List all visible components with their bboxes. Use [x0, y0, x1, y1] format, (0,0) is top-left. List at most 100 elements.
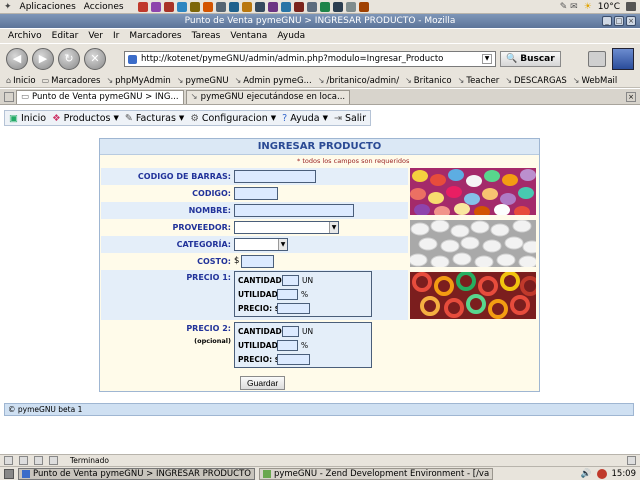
launcher-icon[interactable] [150, 1, 161, 12]
task-mozilla[interactable]: Punto de Venta pymeGNU > INGRESAR PRODUC… [18, 467, 255, 480]
bookmarks-toolbar: ⌂ Inicio ▭ Marcadores ↘ phpMyAdmin ↘ pymeGNU… [0, 74, 640, 88]
status-icon[interactable] [4, 456, 13, 465]
name-input[interactable] [234, 204, 354, 217]
menu-ventana[interactable]: Ventana [230, 31, 267, 41]
product-images [408, 168, 542, 324]
reload-icon[interactable]: ↻ [58, 48, 80, 70]
launcher-icon[interactable] [228, 1, 239, 12]
menu-marcadores[interactable]: Marcadores [129, 31, 181, 41]
close-tab-icon[interactable]: × [626, 91, 636, 102]
price1-price-input[interactable] [277, 303, 310, 314]
price2-utility-input[interactable] [277, 340, 298, 351]
tab-list-icon[interactable] [4, 91, 14, 102]
launcher-icon[interactable] [202, 1, 213, 12]
price2-price-input[interactable] [277, 354, 310, 365]
tab-ingresar-producto[interactable]: ▭ Punto de Venta pymeGNU > ING... [16, 89, 184, 104]
launcher-icon[interactable] [163, 1, 174, 12]
actions-menu[interactable]: Acciones [84, 2, 124, 12]
bookmark-britanico-admin[interactable]: ↘/britanico/admin/ [318, 76, 399, 86]
bookmark-britanico[interactable]: ↘ Britanico [405, 76, 452, 86]
launcher-icon[interactable] [176, 1, 187, 12]
task-zend[interactable]: pymeGNU - Zend Development Environment -… [258, 467, 494, 480]
app-menu-configuracion[interactable]: ⚙ Configuracion ▼ [190, 113, 276, 124]
price1-quantity-input[interactable] [282, 275, 299, 286]
back-icon[interactable]: ◀ [6, 48, 28, 70]
gnome-top-panel: ✦ Aplicaciones Acciones ✎ ✉ ☀ 10°C [0, 0, 640, 14]
url-history-dropdown-icon[interactable]: ▼ [482, 54, 492, 64]
category-select[interactable]: ▼ [234, 238, 288, 251]
show-desktop-icon[interactable] [4, 468, 14, 479]
launcher-icon[interactable] [189, 1, 200, 12]
browser-menubar: Archivo Editar Ver Ir Marcadores Tareas … [0, 29, 640, 43]
bookmark-marcadores[interactable]: ▭ Marcadores [42, 76, 101, 86]
network-icon[interactable] [626, 2, 636, 11]
status-icon[interactable] [19, 456, 28, 465]
tab-pymegnu-local[interactable]: ↘ pymeGNU ejecutándose en loca... [185, 89, 351, 104]
launcher-icon[interactable] [293, 1, 304, 12]
status-icon[interactable] [34, 456, 43, 465]
settings-icon: ⚙ [190, 112, 199, 124]
price2-unit: UN [302, 327, 314, 336]
security-lock-icon[interactable] [627, 456, 636, 465]
mints-image [408, 219, 542, 269]
bookmark-teacher[interactable]: ↘ Teacher [458, 76, 500, 86]
menu-ir[interactable]: Ir [113, 31, 119, 41]
launcher-icon[interactable] [358, 1, 369, 12]
save-button[interactable]: Guardar [240, 376, 286, 390]
app-menu-facturas[interactable]: ✎ Facturas ▼ [125, 113, 184, 124]
bookmark-webmail[interactable]: ↘ WebMail [573, 76, 618, 86]
bookmark-admin-pymegnu[interactable]: ↘ Admin pymeG... [235, 76, 312, 86]
barcode-input[interactable] [234, 170, 316, 183]
launcher-icon[interactable] [137, 1, 148, 12]
app-menu-salir[interactable]: ⇥ Salir [334, 113, 366, 124]
app-menu-ayuda[interactable]: ? Ayuda ▼ [282, 113, 328, 124]
menu-editar[interactable]: Editar [52, 31, 79, 41]
bookmark-descargas[interactable]: ↘ DESCARGAS [505, 76, 566, 86]
menu-tareas[interactable]: Tareas [192, 31, 221, 41]
code-input[interactable] [234, 187, 278, 200]
cost-input[interactable] [241, 255, 274, 268]
launcher-icon[interactable] [254, 1, 265, 12]
maximize-icon[interactable]: □ [614, 16, 624, 26]
stop-icon[interactable]: ✕ [84, 48, 106, 70]
price2-quantity-input[interactable] [282, 326, 299, 337]
launcher-icon[interactable] [332, 1, 343, 12]
gummies-image [410, 271, 540, 319]
bookmark-phpmyadmin[interactable]: ↘ phpMyAdmin [106, 76, 170, 86]
tray-icons[interactable]: ✎ ✉ [560, 2, 578, 12]
menu-archivo[interactable]: Archivo [8, 31, 42, 41]
launcher-icon[interactable] [345, 1, 356, 12]
launcher-icon[interactable] [215, 1, 226, 12]
volume-icon[interactable]: 🔊 [581, 469, 592, 479]
window-titlebar[interactable]: Punto de Venta pymeGNU > INGRESAR PRODUC… [0, 14, 640, 28]
menu-ayuda[interactable]: Ayuda [277, 31, 305, 41]
print-icon[interactable] [588, 51, 606, 67]
launcher-icon[interactable] [241, 1, 252, 12]
url-bar[interactable]: http://kotenet/pymeGNU/admin/admin.php?m… [124, 51, 496, 67]
update-icon[interactable] [596, 468, 607, 479]
close-icon[interactable]: × [626, 16, 636, 26]
bookmark-inicio[interactable]: ⌂ Inicio [6, 76, 36, 86]
status-icon[interactable] [49, 456, 58, 465]
price1-utility-input[interactable] [277, 289, 298, 300]
help-icon: ? [282, 112, 288, 124]
clock[interactable]: 15:09 [612, 469, 637, 479]
bookmark-pymegnu[interactable]: ↘ pymeGNU [177, 76, 229, 86]
launcher-icon[interactable] [319, 1, 330, 12]
mozilla-throbber-icon[interactable] [612, 48, 634, 70]
launcher-icon[interactable] [306, 1, 317, 12]
search-button[interactable]: 🔍 Buscar [500, 51, 561, 67]
price2-price-label: PRECIO: $ [238, 355, 280, 364]
supplier-select[interactable]: ▼ [234, 221, 339, 234]
launcher-icon[interactable] [280, 1, 291, 12]
forward-icon[interactable]: ▶ [32, 48, 54, 70]
launcher-icon[interactable] [267, 1, 278, 12]
app-menu-productos[interactable]: ❖ Productos ▼ [52, 113, 119, 124]
applications-menu[interactable]: Aplicaciones [20, 2, 76, 12]
minimize-icon[interactable]: _ [602, 16, 612, 26]
weather-temperature[interactable]: 10°C [598, 2, 620, 12]
app-menu-inicio[interactable]: ▣ Inicio [9, 113, 46, 124]
menu-ver[interactable]: Ver [88, 31, 103, 41]
bookmark-icon: ↘ [405, 76, 412, 85]
app-menu: ▣ Inicio ❖ Productos ▼ ✎ Facturas ▼ ⚙ Configur… [4, 110, 371, 126]
